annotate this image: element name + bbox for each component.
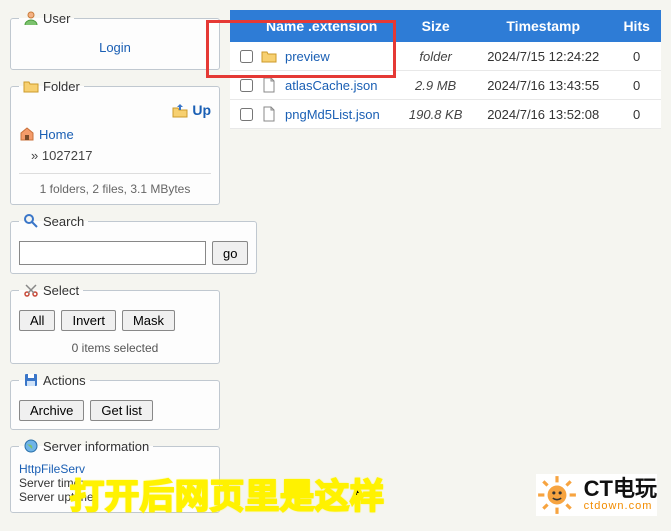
select-mask-button[interactable]: Mask — [122, 310, 175, 331]
select-all-button[interactable]: All — [19, 310, 55, 331]
home-icon — [19, 126, 35, 142]
server-info-legend-text: Server information — [43, 439, 149, 454]
search-panel: Search go — [10, 213, 257, 274]
folder-legend: Folder — [19, 78, 84, 94]
file-icon — [261, 106, 277, 122]
col-name-header[interactable]: Name .extension — [230, 10, 397, 42]
file-link[interactable]: preview — [285, 49, 330, 64]
file-icon — [261, 77, 277, 93]
user-icon — [23, 10, 39, 26]
row-checkbox[interactable] — [240, 79, 253, 92]
logo-badge: CT电玩 ctdown.com — [536, 474, 657, 516]
file-link[interactable]: atlasCache.json — [285, 78, 378, 93]
sidebar: User Login Folder Up Home — [10, 10, 220, 521]
getlist-button[interactable]: Get list — [90, 400, 152, 421]
select-panel: Select All Invert Mask 0 items selected — [10, 282, 220, 364]
col-ts-header[interactable]: Timestamp — [474, 10, 612, 42]
home-link[interactable]: Home — [19, 126, 211, 142]
logo-sub: ctdown.com — [584, 500, 657, 512]
search-input[interactable] — [19, 241, 206, 265]
logo-brand: CT电玩 — [584, 478, 657, 500]
home-text: Home — [39, 127, 74, 142]
server-info-legend: Server information — [19, 438, 153, 454]
folder-panel: Folder Up Home » 1027217 1 folders, 2 fi… — [10, 78, 220, 205]
folder-icon — [23, 78, 39, 94]
size-cell: 190.8 KB — [397, 100, 474, 129]
select-legend-text: Select — [43, 283, 79, 298]
current-folder: » 1027217 — [31, 148, 211, 163]
search-legend: Search — [19, 213, 88, 229]
table-row: pngMd5List.json 190.8 KB2024/7/16 13:52:0… — [230, 100, 661, 129]
actions-panel: Actions Archive Get list — [10, 372, 220, 430]
login-link[interactable]: Login — [19, 34, 211, 61]
folder-icon — [261, 48, 277, 64]
main-content: Name .extension Size Timestamp Hits prev… — [230, 10, 661, 521]
table-row: atlasCache.json 2.9 MB2024/7/16 13:43:550 — [230, 71, 661, 100]
up-icon — [172, 102, 188, 118]
world-icon — [23, 438, 39, 454]
folder-summary: 1 folders, 2 files, 3.1 MBytes — [19, 173, 211, 196]
search-icon — [23, 213, 39, 229]
select-legend: Select — [19, 282, 83, 298]
archive-button[interactable]: Archive — [19, 400, 84, 421]
size-cell: 2.9 MB — [397, 71, 474, 100]
search-legend-text: Search — [43, 214, 84, 229]
file-table: Name .extension Size Timestamp Hits prev… — [230, 10, 661, 129]
size-cell: folder — [397, 42, 474, 71]
ts-cell: 2024/7/16 13:52:08 — [474, 100, 612, 129]
current-folder-name: 1027217 — [42, 148, 93, 163]
select-invert-button[interactable]: Invert — [61, 310, 116, 331]
folder-legend-text: Folder — [43, 79, 80, 94]
ts-cell: 2024/7/15 12:24:22 — [474, 42, 612, 71]
caption-overlay: 打开后网页里是这样 — [70, 469, 385, 518]
user-panel: User Login — [10, 10, 220, 70]
user-legend-text: User — [43, 11, 70, 26]
row-checkbox[interactable] — [240, 108, 253, 121]
sun-icon — [536, 474, 578, 516]
save-icon — [23, 372, 39, 388]
scissors-icon — [23, 282, 39, 298]
actions-legend-text: Actions — [43, 373, 86, 388]
ts-cell: 2024/7/16 13:43:55 — [474, 71, 612, 100]
row-checkbox[interactable] — [240, 50, 253, 63]
actions-legend: Actions — [19, 372, 90, 388]
user-legend: User — [19, 10, 74, 26]
col-size-header[interactable]: Size — [397, 10, 474, 42]
select-status: 0 items selected — [19, 341, 211, 355]
file-link[interactable]: pngMd5List.json — [285, 107, 380, 122]
folder-up[interactable]: Up — [192, 102, 211, 118]
table-row: preview folder2024/7/15 12:24:220 — [230, 42, 661, 71]
col-hits-header[interactable]: Hits — [612, 10, 661, 42]
hits-cell: 0 — [612, 42, 661, 71]
hits-cell: 0 — [612, 71, 661, 100]
hits-cell: 0 — [612, 100, 661, 129]
